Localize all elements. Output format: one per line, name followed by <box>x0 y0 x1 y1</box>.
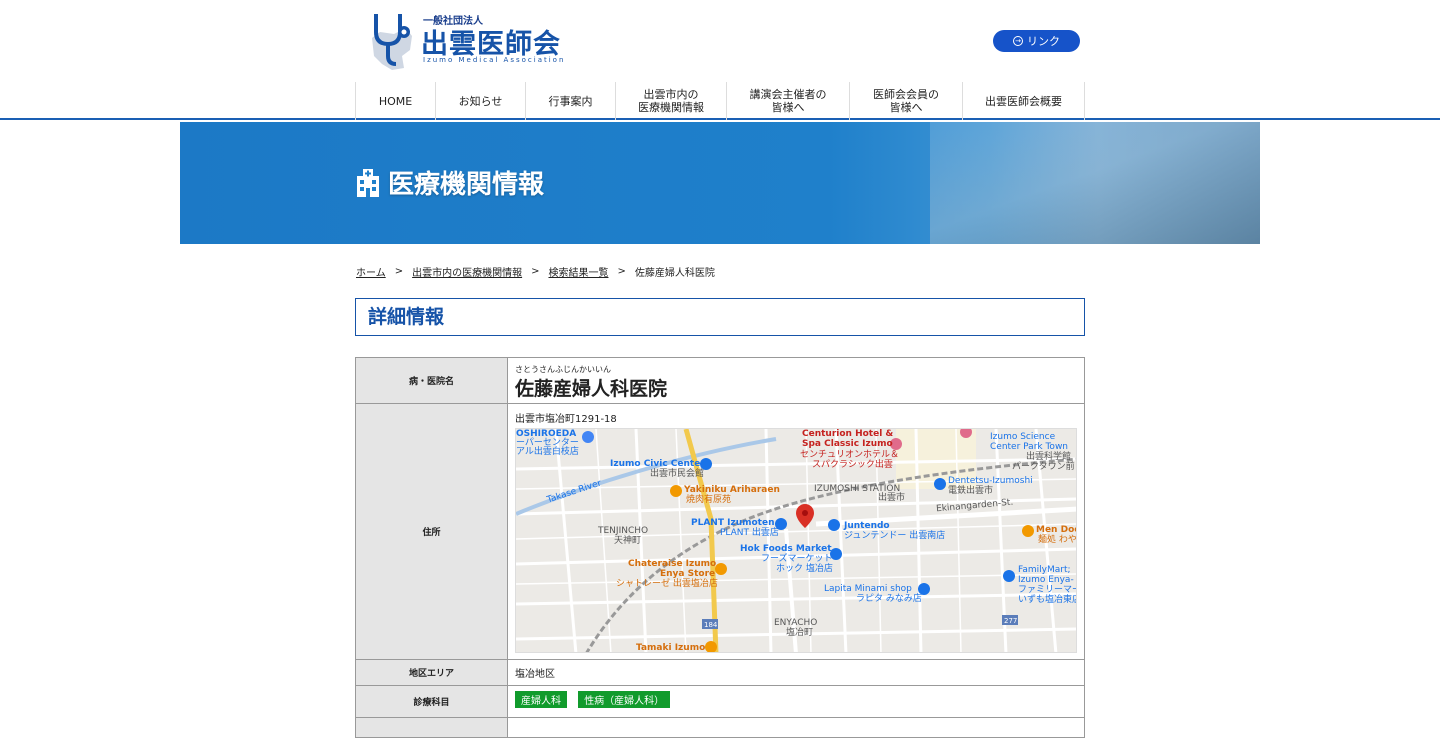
nav-item[interactable]: お知らせ <box>436 82 526 120</box>
nav-item[interactable]: 講演会主催者の 皆様へ <box>727 82 850 120</box>
banner-landscape-image <box>930 122 1260 244</box>
next-row-label <box>355 717 508 738</box>
breadcrumb: ホーム > 出雲市内の医療機関情報 > 検索結果一覧 > 佐藤産婦人科医院 <box>356 264 715 279</box>
map-label: 塩冶町 <box>786 628 814 638</box>
map-label: Tamaki Izumo <box>636 643 706 653</box>
area-cell: 塩冶地区 <box>507 659 1085 686</box>
address-label: 住所 <box>355 403 508 660</box>
map-label: Enya Store <box>660 569 716 579</box>
section-title: 詳細情報 <box>355 298 1085 336</box>
map-label: PLANT Izumoten <box>691 518 775 528</box>
nav-item[interactable]: HOME <box>356 82 436 120</box>
department-tag: 性病（産婦人科） <box>578 691 671 708</box>
map-label: Juntendo <box>844 521 890 531</box>
map-label: センチュリオンホテル＆ <box>800 450 900 460</box>
site-logo[interactable]: 一般社団法人 出雲医師会 Izumo Medical Association <box>366 10 576 72</box>
name-cell: さとうさんふじんかいいん 佐藤産婦人科医院 <box>507 357 1085 404</box>
link-button[interactable]: → リンク <box>993 30 1080 52</box>
map-label: いずも塩冶東店 <box>1018 595 1077 605</box>
map-label: 天神町 <box>614 536 642 546</box>
next-row-cell <box>507 717 1085 738</box>
breadcrumb-separator: > <box>394 266 404 277</box>
table-row: 地区エリア 塩冶地区 <box>355 659 1085 686</box>
map-label: Spa Classic Izumo <box>802 439 893 449</box>
page-title: 医療機関情報 <box>356 164 544 201</box>
link-button-label: リンク <box>1027 35 1060 48</box>
page-banner: 医療機関情報 <box>180 122 1260 244</box>
stethoscope-logo-icon <box>372 14 412 70</box>
map-label: Centurion Hotel & <box>802 429 894 439</box>
detail-table: 病・医院名 さとうさんふじんかいいん 佐藤産婦人科医院 住所 出雲市塩冶町129… <box>355 357 1085 738</box>
department-cell: 産婦人科 性病（産婦人科） <box>507 685 1085 718</box>
name-label: 病・医院名 <box>355 357 508 404</box>
map-label: ラピタ みなみ店 <box>856 594 922 604</box>
map-label: FamilyMart; <box>1018 565 1071 575</box>
map-route-label: 184 <box>704 621 718 629</box>
map-label: パークタウン前 <box>1012 462 1075 472</box>
map-label: ホック 塩冶店 <box>776 564 833 574</box>
global-nav: HOME お知らせ 行事案内 出雲市内の 医療機関情報 講演会主催者の 皆様へ 医師会会員… <box>355 82 1085 120</box>
map-route-label: 277 <box>1004 617 1018 625</box>
map-label: Dentetsu-Izumoshi <box>948 476 1033 486</box>
map-label: スパクラシック出雲 <box>812 460 893 470</box>
breadcrumb-medical-info-link[interactable]: 出雲市内の医療機関情報 <box>412 264 522 279</box>
map-label: Lapita Minami shop <box>824 584 912 594</box>
map-label: 出雲科学館 <box>1026 452 1072 462</box>
breadcrumb-separator: > <box>531 266 540 277</box>
map-label: Izumo Enya- <box>1018 575 1074 585</box>
department-label: 診療科目 <box>355 685 508 718</box>
map-label: Men Doc <box>1036 525 1077 535</box>
map-label: Center Park Town <box>990 442 1069 452</box>
map-label: 焼肉有原苑 <box>686 495 732 505</box>
map-label: 出雲市 <box>878 493 906 503</box>
map-label: フーズマーケット <box>761 554 833 564</box>
arrow-right-circle-icon: → <box>1013 36 1023 46</box>
breadcrumb-search-results-link[interactable]: 検索結果一覧 <box>548 264 608 279</box>
table-row: 住所 出雲市塩冶町1291-18 OSHIROEDA ーパーセンター アル出雲白… <box>355 403 1085 660</box>
map-label: Izumo Civic Center <box>610 459 705 469</box>
map-label: ファミリーマー <box>1018 585 1077 595</box>
hospital-name: 佐藤産婦人科医院 <box>515 378 668 400</box>
map-label: 出雲市民会館 <box>650 469 705 479</box>
google-map[interactable]: OSHIROEDA ーパーセンター アル出雲白枝店 Izumo Civic Ce… <box>515 428 1077 653</box>
map-label: Izumo Science <box>990 432 1056 442</box>
map-label: Yakiniku Ariharaen <box>684 485 780 495</box>
map-label: PLANT 出雲店 <box>720 528 779 538</box>
page-title-text: 医療機関情報 <box>388 170 545 200</box>
map-label: 麺処 わや <box>1038 535 1077 545</box>
table-row <box>355 717 1085 738</box>
nav-item[interactable]: 出雲市内の 医療機関情報 <box>616 82 727 120</box>
logo-org-name-en: Izumo Medical Association <box>423 56 566 64</box>
address-text: 出雲市塩冶町1291-18 <box>515 414 617 425</box>
department-tag: 産婦人科 <box>515 691 567 708</box>
nav-item[interactable]: 出雲医師会概要 <box>963 82 1085 120</box>
map-label: ジュンテンドー 出雲南店 <box>844 531 946 541</box>
table-row: 診療科目 産婦人科 性病（産婦人科） <box>355 685 1085 718</box>
address-cell: 出雲市塩冶町1291-18 OSHIROEDA ーパーセンター アル出雲白枝店 … <box>507 403 1085 660</box>
map-label: アル出雲白枝店 <box>516 447 579 457</box>
breadcrumb-current: 佐藤産婦人科医院 <box>634 268 715 279</box>
map-label: ENYACHO <box>774 618 818 628</box>
hospital-icon <box>357 168 379 197</box>
map-label: シャトレーゼ 出雲塩冶店 <box>616 579 718 589</box>
site-header: 一般社団法人 出雲医師会 Izumo Medical Association →… <box>0 0 1440 120</box>
map-label: Chateraise Izumo <box>628 559 717 569</box>
map-label: Hok Foods Market <box>740 544 832 554</box>
map-label: TENJINCHO <box>598 526 649 536</box>
table-row: 病・医院名 さとうさんふじんかいいん 佐藤産婦人科医院 <box>355 357 1085 404</box>
area-label: 地区エリア <box>355 659 508 686</box>
breadcrumb-separator: > <box>617 266 626 277</box>
breadcrumb-home-link[interactable]: ホーム <box>356 264 386 279</box>
nav-item[interactable]: 行事案内 <box>526 82 616 120</box>
map-label: 電鉄出雲市 <box>948 486 994 496</box>
nav-item[interactable]: 医師会会員の 皆様へ <box>850 82 963 120</box>
